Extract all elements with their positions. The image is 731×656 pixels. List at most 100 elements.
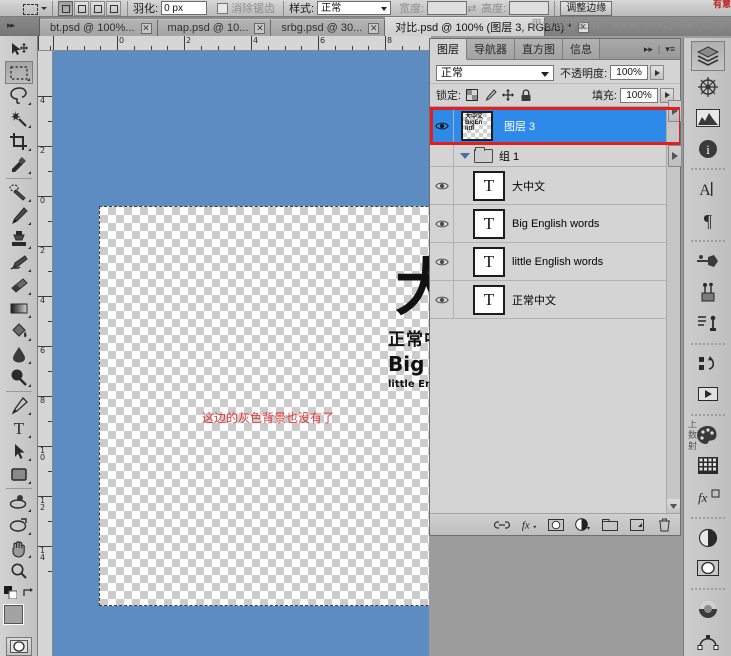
layer-thumbnail-cell[interactable]: T [470,284,508,315]
3d-rotate-tool[interactable] [5,491,33,514]
swap-dimensions-icon[interactable]: ⇄ [467,2,476,15]
paragraph-dock-icon[interactable]: ¶ [691,205,725,235]
chevron-down-icon[interactable] [460,152,470,159]
histogram-dock-icon[interactable] [691,103,725,133]
layer-row-group-1[interactable]: 组 1 [430,145,666,167]
opacity-input[interactable]: 100% [610,65,649,80]
layer-visibility-toggle[interactable] [430,145,454,166]
layers-dock-icon[interactable] [690,41,725,71]
document-tab-srbg[interactable]: srbg.psd @ 30... ✕ [271,19,386,36]
tab-histogram[interactable]: 直方图 [515,39,563,59]
scrollbar-track[interactable] [667,121,680,499]
lock-all-icon[interactable] [519,88,533,102]
document-artboard[interactable]: 这边的灰色背景也没有了 大 正常中文 Big En little En [99,206,431,606]
layer-thumbnail-cell[interactable]: T [470,170,508,201]
eyedropper-tool[interactable] [5,153,33,176]
horizontal-ruler[interactable]: 0 2 4 6 8 [38,36,431,51]
tabbar-collapse-handle[interactable]: ▸▸ [0,17,40,36]
gradient-tool[interactable] [5,297,33,320]
opacity-slider-arrow[interactable] [650,65,665,80]
style-select[interactable]: 正常 [317,1,392,15]
default-colors-icon[interactable] [3,586,17,602]
layer-visibility-toggle[interactable] [430,167,454,204]
zoom-tool[interactable] [5,560,33,583]
layer-row-dazhongwen[interactable]: T 大中文 [430,167,666,205]
layer-row-big-english-words[interactable]: T Big English words [430,205,666,243]
pen-tool[interactable] [5,394,33,417]
tab-info[interactable]: 信息 [563,39,600,59]
layer-visibility-toggle[interactable] [430,243,454,280]
tab-navigator[interactable]: 导航器 [467,39,515,59]
lock-image-pixels-icon[interactable] [483,88,497,102]
character-dock-icon[interactable]: A [691,174,725,204]
layer-row-tuceng-3[interactable]: 大中文 BigEn littl 图层 3 [430,107,666,145]
delete-layer-icon[interactable] [656,517,672,533]
layer-thumbnail-cell[interactable]: T [470,246,508,277]
actions-dock-icon[interactable] [691,379,725,409]
eraser-tool[interactable] [5,274,33,297]
layer-name[interactable]: 正常中文 [508,292,556,308]
magic-wand-tool[interactable] [5,107,33,130]
close-icon[interactable]: ✕ [577,21,589,33]
document-tab-map[interactable]: map.psd @ 10... ✕ [157,19,272,36]
clone-stamp-tool[interactable] [5,227,33,250]
layer-name[interactable]: 图层 3 [500,118,535,134]
add-layer-mask-icon[interactable] [548,517,564,533]
history-brush-tool[interactable] [5,251,33,274]
layer-name[interactable]: little English words [508,256,603,268]
clone-source-dock-icon[interactable] [691,277,725,307]
scroll-down-button[interactable] [667,499,680,513]
lasso-tool[interactable] [5,84,33,107]
paint-bucket-tool[interactable] [5,320,33,343]
layer-list-scrollbar[interactable] [666,107,680,513]
brush-dock-icon[interactable] [691,246,725,276]
close-icon[interactable]: ✕ [368,22,380,34]
antialias-checkbox[interactable] [217,2,229,14]
adjustment-layer-icon[interactable] [575,517,591,533]
paths-dock-icon[interactable] [691,625,725,655]
intersect-selection-button[interactable] [106,0,121,16]
vertical-ruler[interactable]: 4 2 0 2 4 6 8 10 12 14 [38,51,53,656]
blend-mode-select[interactable]: 正常 [436,64,554,81]
channels-dock-icon[interactable] [691,594,725,624]
layer-visibility-toggle[interactable] [430,205,454,242]
add-to-selection-button[interactable] [74,0,89,16]
close-icon[interactable]: ✕ [140,22,152,34]
styles-dock-icon[interactable]: fx [691,482,725,512]
layer-thumbnail-cell[interactable]: T [470,208,508,239]
collapsed-panel-stub-a[interactable] [668,100,682,122]
document-tab-duibi[interactable]: 对比.psd @ 100% (图层 3, RGB/8) * ✕ [385,17,589,36]
new-group-icon[interactable] [602,517,618,533]
rectangular-marquee-tool[interactable] [4,61,33,85]
fill-input[interactable]: 100% [620,87,658,103]
layer-visibility-toggle[interactable] [430,281,454,318]
quick-mask-icon[interactable] [5,637,32,656]
3d-orbit-tool[interactable] [5,514,33,537]
navigator-dock-icon[interactable] [691,72,725,102]
move-tool[interactable] [5,38,33,61]
width-input[interactable] [427,1,468,15]
collapsed-panel-stub-b[interactable] [668,145,682,167]
crop-tool[interactable] [5,130,33,153]
lock-transparent-pixels-icon[interactable] [465,88,479,102]
layer-name[interactable]: 组 1 [499,148,519,164]
healing-brush-tool[interactable] [5,181,33,204]
double-chevron-right-icon[interactable]: ▸▸ [644,44,653,55]
height-input[interactable] [509,1,550,15]
link-layers-icon[interactable] [494,517,510,533]
adjustments-dock-icon[interactable] [691,523,725,553]
path-selection-tool[interactable] [5,440,33,463]
masks-dock-icon[interactable] [691,554,725,584]
new-selection-button[interactable] [58,0,73,16]
layer-visibility-toggle[interactable] [430,107,454,144]
new-layer-icon[interactable] [629,517,645,533]
layer-style-fx-icon[interactable]: fx [521,517,537,533]
rectangle-shape-tool[interactable] [5,463,33,486]
feather-input[interactable]: 0 px [161,1,208,15]
history-dock-icon[interactable] [691,349,725,379]
close-icon[interactable]: ✕ [254,22,266,34]
layer-row-little-english-words[interactable]: T little English words [430,243,666,281]
dodge-tool[interactable] [5,366,33,389]
tool-preset-chevron-icon[interactable] [41,6,47,10]
layer-row-zhengchangzhongwen[interactable]: T 正常中文 [430,281,666,319]
